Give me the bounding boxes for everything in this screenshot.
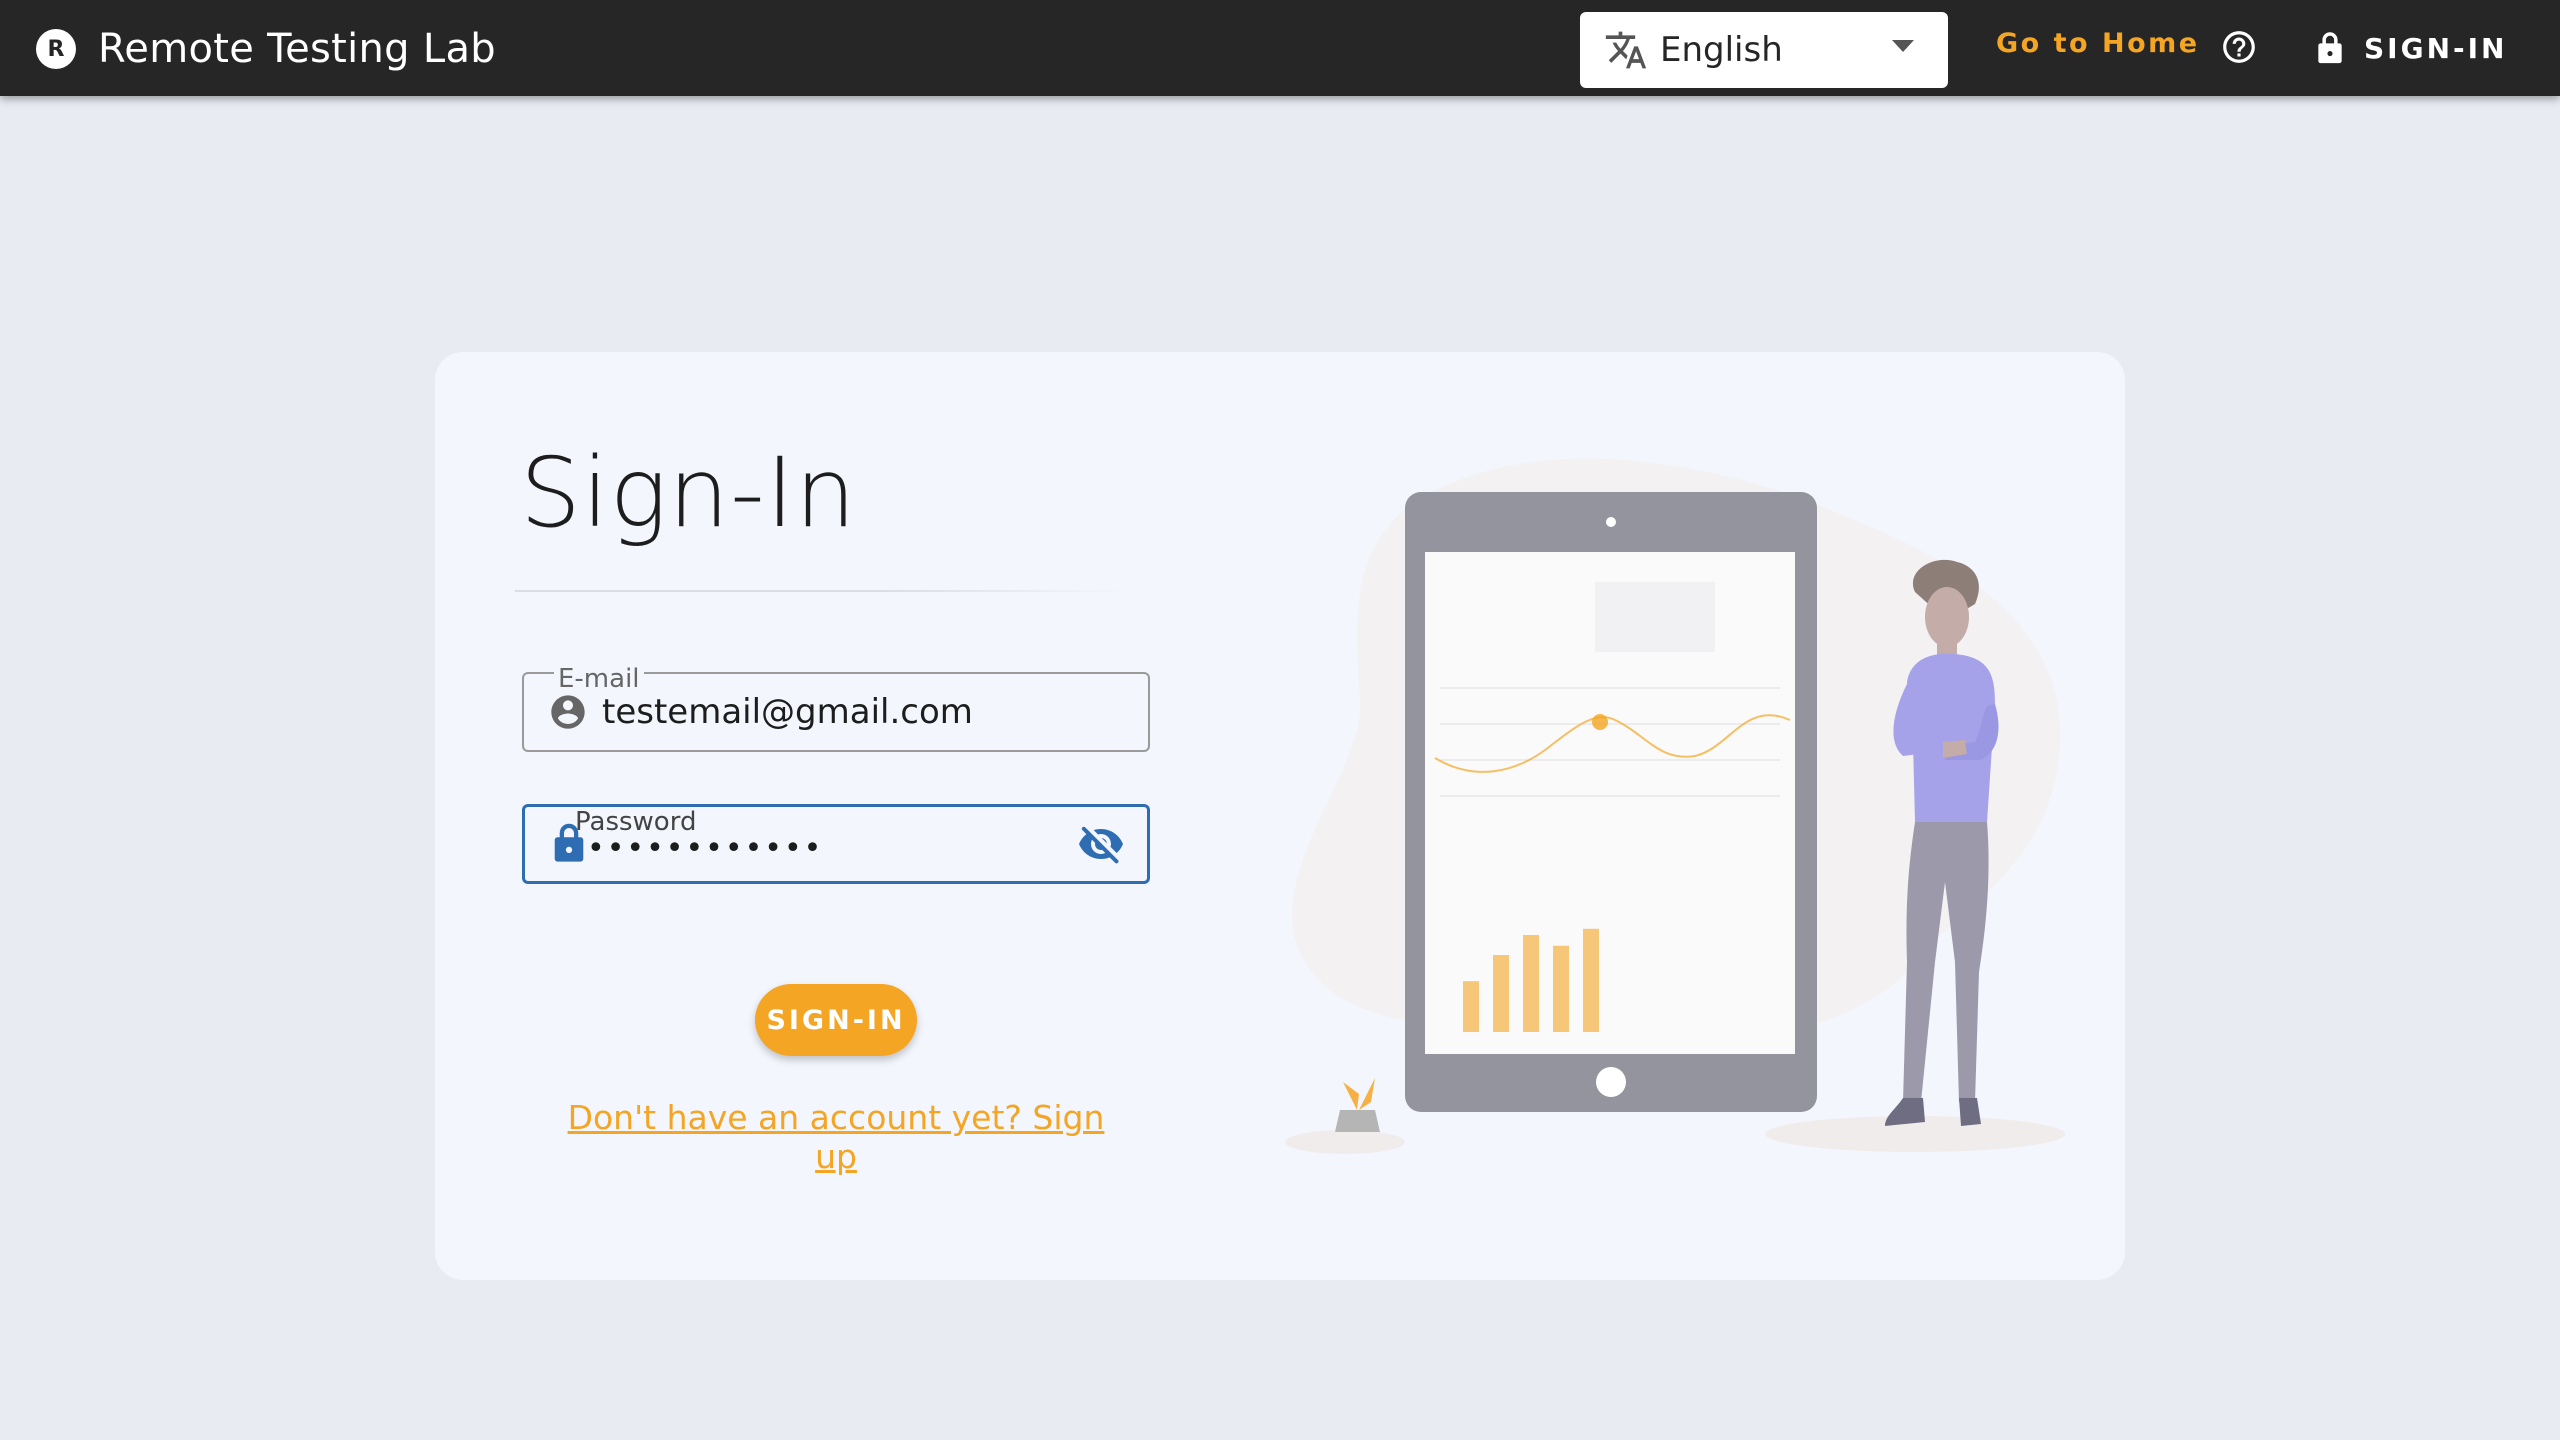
- top-app-bar: R Remote Testing Lab English Go to Home …: [0, 0, 2560, 96]
- brand-title: Remote Testing Lab: [98, 26, 496, 72]
- plant-leaf: [1343, 1082, 1359, 1110]
- screen-bar: [1583, 928, 1599, 1032]
- email-field-label: E-mail: [554, 664, 644, 694]
- sign-in-card: Sign-In E-mail testemail@gmail.com Passw…: [435, 352, 2125, 1280]
- screen-chart-point: [1592, 714, 1608, 730]
- screen-bar: [1463, 981, 1479, 1032]
- lock-icon: [2318, 32, 2342, 64]
- account-circle-icon: [551, 695, 585, 729]
- screen-card: [1595, 582, 1715, 652]
- tablet-home-button: [1596, 1067, 1626, 1097]
- brand[interactable]: R Remote Testing Lab: [36, 26, 496, 72]
- plant-leaf: [1359, 1078, 1375, 1110]
- language-select[interactable]: English: [1580, 12, 1948, 88]
- sign-in-button[interactable]: SIGN-IN: [755, 984, 917, 1056]
- password-input[interactable]: ••••••••••••: [587, 831, 823, 866]
- go-to-home-link[interactable]: Go to Home: [1996, 28, 2200, 59]
- help-circle-icon[interactable]: [2220, 28, 2258, 66]
- person-shoe: [1885, 1098, 1925, 1126]
- chevron-down-icon: [1892, 40, 1914, 52]
- tablet-camera: [1606, 517, 1616, 527]
- person-legs: [1903, 822, 1989, 1102]
- screen-bar: [1493, 955, 1509, 1032]
- email-input[interactable]: testemail@gmail.com: [602, 692, 973, 732]
- screen-bar: [1523, 934, 1539, 1032]
- password-field[interactable]: Password ••••••••••••: [522, 804, 1150, 884]
- plant-pot: [1335, 1110, 1380, 1132]
- lock-icon: [554, 823, 584, 862]
- header-sign-in-label: SIGN-IN: [2364, 31, 2508, 65]
- eye-off-icon[interactable]: [1077, 821, 1125, 869]
- brand-logo: R: [36, 29, 76, 69]
- sign-up-link[interactable]: Don't have an account yet? Sign up: [553, 1098, 1119, 1176]
- floor-shadow-left: [1285, 1130, 1405, 1154]
- person-with-tablet-illustration: [1285, 458, 2065, 1154]
- language-select-value: English: [1660, 30, 1783, 70]
- translate-icon: [1605, 31, 1647, 69]
- page-title: Sign-In: [520, 437, 857, 549]
- header-sign-in-button[interactable]: SIGN-IN: [2316, 26, 2507, 70]
- email-field[interactable]: E-mail testemail@gmail.com: [522, 664, 1150, 752]
- screen-bar: [1553, 945, 1569, 1032]
- title-divider: [515, 590, 1125, 592]
- person-shoe: [1959, 1098, 1981, 1126]
